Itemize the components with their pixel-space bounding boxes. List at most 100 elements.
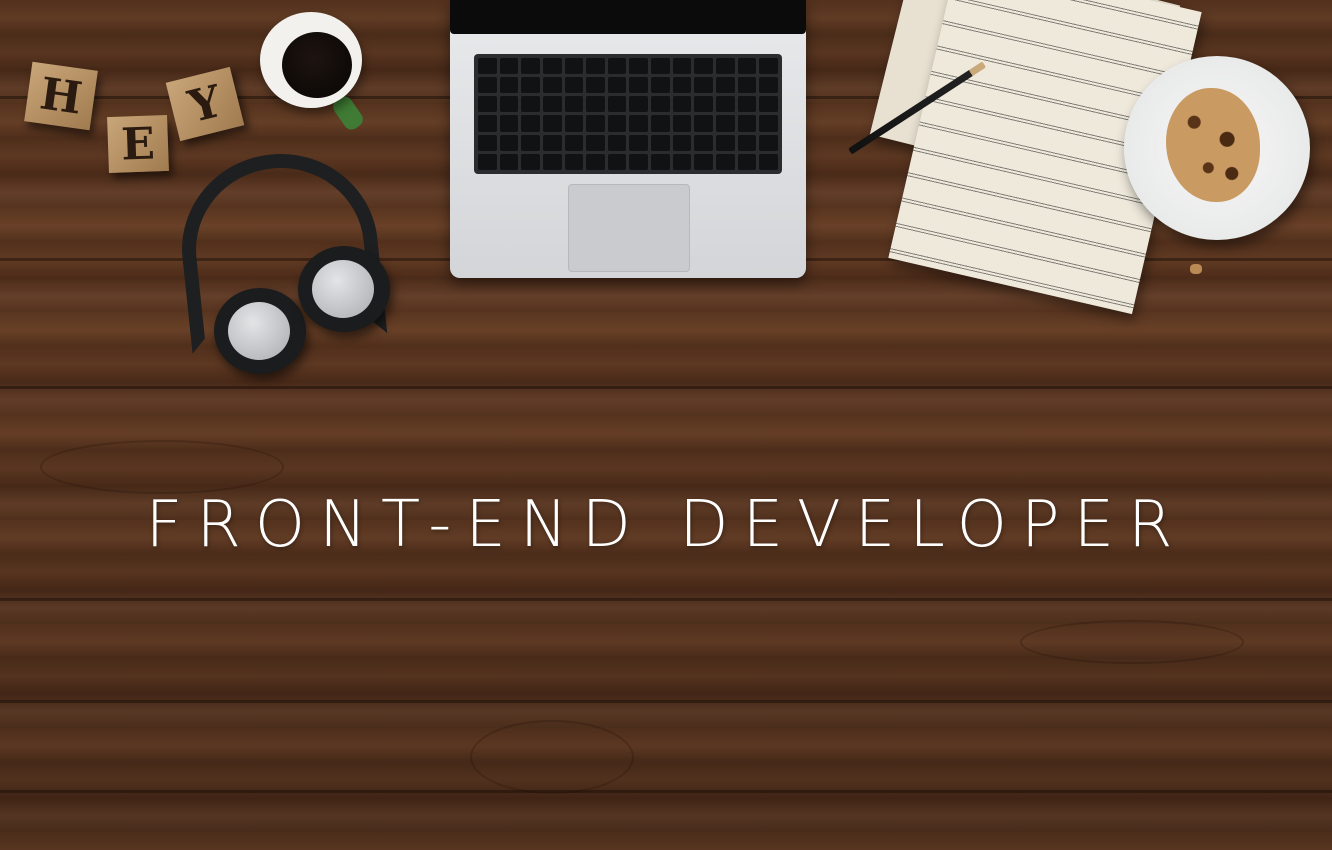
keyboard-key xyxy=(521,96,540,113)
plank-seam xyxy=(0,790,1332,793)
keyboard-key xyxy=(672,58,692,75)
keyboard-key xyxy=(607,153,627,170)
keyboard-key xyxy=(499,96,519,113)
keyboard-key xyxy=(672,77,692,94)
keyboard-key xyxy=(499,153,519,170)
keyboard-key xyxy=(586,115,605,132)
wood-knot xyxy=(1020,620,1244,664)
keyboard-key xyxy=(716,96,735,113)
keyboard-key xyxy=(521,115,540,132)
keyboard-key xyxy=(672,96,692,113)
keyboard-key xyxy=(478,115,497,132)
laptop-keyboard xyxy=(474,54,782,174)
keyboard-key xyxy=(478,77,497,94)
laptop xyxy=(450,0,806,278)
keyboard-key xyxy=(737,58,757,75)
keyboard-key xyxy=(629,115,649,132)
keyboard-key xyxy=(737,134,757,151)
keyboard-key xyxy=(694,115,714,132)
keyboard-key xyxy=(629,58,649,75)
headphones-left-cup xyxy=(214,288,306,374)
keyboard-key xyxy=(651,134,670,151)
keyboard-key xyxy=(716,115,735,132)
keyboard-key xyxy=(542,134,562,151)
laptop-trackpad xyxy=(568,184,690,272)
keyboard-key xyxy=(694,77,714,94)
keyboard-key xyxy=(499,58,519,75)
coffee xyxy=(282,32,352,98)
keyboard-key xyxy=(629,153,649,170)
keyboard-key xyxy=(672,115,692,132)
keyboard-key xyxy=(478,153,497,170)
plank-seam xyxy=(0,700,1332,703)
cookie xyxy=(1166,88,1260,202)
coffee-cup xyxy=(260,12,362,108)
keyboard-key xyxy=(499,115,519,132)
keyboard-key xyxy=(564,58,584,75)
letter-block-h: H xyxy=(24,61,98,131)
plank-seam xyxy=(0,598,1332,601)
keyboard-key xyxy=(672,153,692,170)
keyboard-key xyxy=(694,153,714,170)
headphones-right-cup xyxy=(298,246,390,332)
keyboard-key xyxy=(607,58,627,75)
keyboard-key xyxy=(716,77,735,94)
hero-background: H E Y Front-end Developer xyxy=(0,0,1332,850)
keyboard-key xyxy=(759,77,778,94)
keyboard-key xyxy=(651,77,670,94)
keyboard-key xyxy=(737,115,757,132)
keyboard-key xyxy=(629,77,649,94)
keyboard-key xyxy=(672,134,692,151)
keyboard-key xyxy=(737,96,757,113)
keyboard-key xyxy=(694,134,714,151)
keyboard-key xyxy=(542,58,562,75)
keyboard-key xyxy=(759,58,778,75)
keyboard-key xyxy=(759,96,778,113)
keyboard-key xyxy=(542,115,562,132)
wood-knot xyxy=(470,720,634,794)
keyboard-key xyxy=(542,96,562,113)
keyboard-key xyxy=(629,96,649,113)
keyboard-key xyxy=(607,134,627,151)
letter-block-e: E xyxy=(107,114,169,174)
keyboard-key xyxy=(651,96,670,113)
keyboard-key xyxy=(478,58,497,75)
cookie-crumb xyxy=(1190,264,1202,274)
keyboard-key xyxy=(629,134,649,151)
keyboard-key xyxy=(586,77,605,94)
keyboard-key xyxy=(586,134,605,151)
keyboard-key xyxy=(478,96,497,113)
keyboard-key xyxy=(694,58,714,75)
keyboard-key xyxy=(499,134,519,151)
keyboard-key xyxy=(651,153,670,170)
keyboard-key xyxy=(564,115,584,132)
keyboard-key xyxy=(521,153,540,170)
keyboard-key xyxy=(586,58,605,75)
keyboard-key xyxy=(564,134,584,151)
keyboard-key xyxy=(759,115,778,132)
keyboard-key xyxy=(499,77,519,94)
keyboard-key xyxy=(564,77,584,94)
keyboard-key xyxy=(564,96,584,113)
keyboard-key xyxy=(651,58,670,75)
letter-block-y: Y xyxy=(165,66,245,142)
keyboard-key xyxy=(607,96,627,113)
keyboard-key xyxy=(542,153,562,170)
keyboard-key xyxy=(737,77,757,94)
wood-knot xyxy=(40,440,284,494)
keyboard-key xyxy=(737,153,757,170)
keyboard-key xyxy=(586,96,605,113)
keyboard-key xyxy=(521,134,540,151)
keyboard-key xyxy=(607,77,627,94)
keyboard-key xyxy=(716,58,735,75)
keyboard-key xyxy=(478,134,497,151)
keyboard-key xyxy=(564,153,584,170)
keyboard-key xyxy=(716,153,735,170)
headline: Front-end Developer xyxy=(145,488,1187,562)
keyboard-key xyxy=(759,153,778,170)
keyboard-key xyxy=(759,134,778,151)
keyboard-key xyxy=(716,134,735,151)
laptop-screen xyxy=(450,0,806,34)
keyboard-key xyxy=(521,77,540,94)
keyboard-key xyxy=(542,77,562,94)
